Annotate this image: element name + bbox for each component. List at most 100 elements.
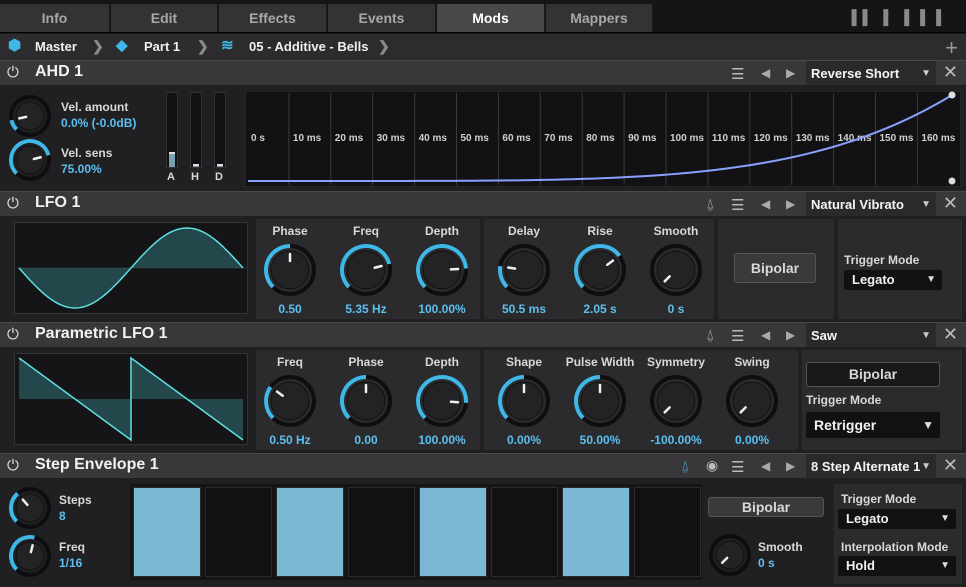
close-icon[interactable]: ✕	[943, 62, 958, 83]
eye-icon[interactable]: ◉	[706, 457, 718, 474]
time-tick-label: 150 ms	[880, 133, 914, 144]
vel-sens-knob[interactable]	[8, 138, 52, 182]
plfo-knob-value[interactable]: 100.00%	[397, 433, 487, 447]
plfo-depth-knob[interactable]	[415, 374, 469, 428]
bipolar-button[interactable]: Bipolar	[708, 497, 824, 517]
metronome-icon[interactable]: ⍙	[706, 326, 714, 343]
lfo-knob-label: Depth	[425, 224, 459, 238]
lfo-trigger-panel	[838, 219, 962, 319]
vel-sens-value[interactable]: 75.00%	[61, 162, 102, 176]
next-preset-icon[interactable]: ▶	[786, 328, 795, 342]
step-bar[interactable]	[562, 487, 630, 577]
slider-fill	[193, 164, 199, 167]
interpolation-mode-label: Interpolation Mode	[841, 540, 949, 554]
lfo-header: ⏻ LFO 1 ⍙ ☰ ◀ ▶ Natural Vibrato ▼ ✕	[0, 191, 966, 217]
ahd-body: Vel. amount 0.0% (-0.0dB) Vel. sens 75.0…	[0, 85, 966, 191]
menu-icon[interactable]: ☰	[731, 327, 744, 345]
plfo-shape-knob[interactable]	[497, 374, 551, 428]
bipolar-button[interactable]: Bipolar	[806, 362, 940, 387]
trigger-mode-select[interactable]: Legato ▼	[844, 270, 942, 290]
freq-value[interactable]: 1/16	[59, 556, 82, 570]
ahd-slider-d[interactable]	[214, 92, 226, 168]
steps-label: Steps	[59, 493, 92, 507]
ahd-slider-h[interactable]	[190, 92, 202, 168]
tab-effects[interactable]: Effects	[219, 4, 327, 32]
freq-knob[interactable]	[8, 534, 52, 578]
plfo-knob-value[interactable]: 0.00%	[707, 433, 797, 447]
preset-selector[interactable]: Natural Vibrato ▼	[806, 192, 936, 217]
vel-amount-value[interactable]: 0.0% (-0.0dB)	[61, 116, 136, 130]
bipolar-button[interactable]: Bipolar	[734, 253, 816, 283]
next-preset-icon[interactable]: ▶	[786, 197, 795, 211]
interpolation-mode-select[interactable]: Hold ▼	[838, 556, 956, 576]
steps-knob[interactable]	[8, 486, 52, 530]
add-icon[interactable]: +	[945, 35, 958, 61]
tab-mods[interactable]: Mods	[437, 4, 545, 32]
plfo-freq-knob[interactable]	[263, 374, 317, 428]
prev-preset-icon[interactable]: ◀	[761, 459, 770, 473]
tab-info[interactable]: Info	[0, 4, 110, 32]
close-icon[interactable]: ✕	[943, 324, 958, 345]
meter-icon[interactable]: ▐▌▐ ▌▌▌	[847, 9, 952, 25]
step-bar[interactable]	[490, 487, 558, 577]
prev-preset-icon[interactable]: ◀	[761, 197, 770, 211]
step-bar[interactable]	[133, 487, 201, 577]
lfo-knob-value[interactable]: 0 s	[631, 302, 721, 316]
lfo-freq-knob[interactable]	[339, 243, 393, 297]
lfo-delay-knob[interactable]	[497, 243, 551, 297]
trigger-mode-select[interactable]: Retrigger ▼	[806, 412, 940, 438]
plfo-phase-knob[interactable]	[339, 374, 393, 428]
time-tick-label: 110 ms	[712, 133, 746, 144]
preset-selector[interactable]: Saw ▼	[806, 323, 936, 348]
menu-icon[interactable]: ☰	[731, 458, 744, 476]
lfo-phase-knob[interactable]	[263, 243, 317, 297]
breadcrumb-part[interactable]: Part 1	[144, 39, 180, 55]
step-bar[interactable]	[204, 487, 272, 577]
vel-amount-knob[interactable]	[8, 94, 52, 138]
power-icon[interactable]: ⏻	[7, 457, 19, 474]
metronome-icon[interactable]: ⍙	[681, 457, 689, 474]
trigger-mode-select[interactable]: Legato ▼	[838, 509, 956, 529]
ahd-envelope-graph[interactable]: 0 s 10 ms 20 ms 30 ms 40 ms 50 ms 60 ms 70 ms 80…	[245, 91, 961, 187]
power-icon[interactable]: ⏻	[7, 64, 19, 81]
steps-value[interactable]: 8	[59, 509, 66, 523]
metronome-icon[interactable]: ⍙	[706, 195, 714, 212]
ahd-slider-a[interactable]	[166, 92, 178, 168]
next-preset-icon[interactable]: ▶	[786, 66, 795, 80]
prev-preset-icon[interactable]: ◀	[761, 328, 770, 342]
plfo-symmetry-knob[interactable]	[649, 374, 703, 428]
lfo-depth-knob[interactable]	[415, 243, 469, 297]
power-icon[interactable]: ⏻	[7, 326, 19, 343]
step-bar[interactable]	[347, 487, 415, 577]
plfo-pulse-width-knob[interactable]	[573, 374, 627, 428]
tab-edit[interactable]: Edit	[111, 4, 218, 32]
menu-icon[interactable]: ☰	[731, 196, 744, 214]
tab-mappers[interactable]: Mappers	[546, 4, 653, 32]
step-bar[interactable]	[276, 487, 344, 577]
smooth-knob[interactable]	[708, 533, 752, 577]
breadcrumb-master[interactable]: Master	[35, 39, 77, 55]
prev-preset-icon[interactable]: ◀	[761, 66, 770, 80]
diamond-icon: ◆	[116, 37, 128, 54]
step-bar[interactable]	[633, 487, 701, 577]
chevron-down-icon: ▼	[921, 199, 931, 210]
menu-icon[interactable]: ☰	[731, 65, 744, 83]
smooth-value[interactable]: 0 s	[758, 556, 775, 570]
step-bar[interactable]	[419, 487, 487, 577]
next-preset-icon[interactable]: ▶	[786, 459, 795, 473]
step-grid[interactable]	[130, 484, 702, 580]
lfo-knob-value[interactable]: 100.00%	[397, 302, 487, 316]
preset-selector[interactable]: Reverse Short ▼	[806, 61, 936, 86]
tab-events[interactable]: Events	[328, 4, 436, 32]
plfo-swing-knob[interactable]	[725, 374, 779, 428]
preset-selector[interactable]: 8 Step Alternate 1 ▼	[806, 454, 936, 479]
power-icon[interactable]: ⏻	[7, 195, 19, 212]
close-icon[interactable]: ✕	[943, 455, 958, 476]
close-icon[interactable]: ✕	[943, 193, 958, 214]
module-title: AHD 1	[35, 63, 84, 80]
lfo-rise-knob[interactable]	[573, 243, 627, 297]
ahd-slider-label: H	[191, 171, 199, 183]
lfo-smooth-knob[interactable]	[649, 243, 703, 297]
plfo-wave-display	[14, 353, 248, 445]
breadcrumb-program[interactable]: 05 - Additive - Bells	[249, 39, 368, 55]
